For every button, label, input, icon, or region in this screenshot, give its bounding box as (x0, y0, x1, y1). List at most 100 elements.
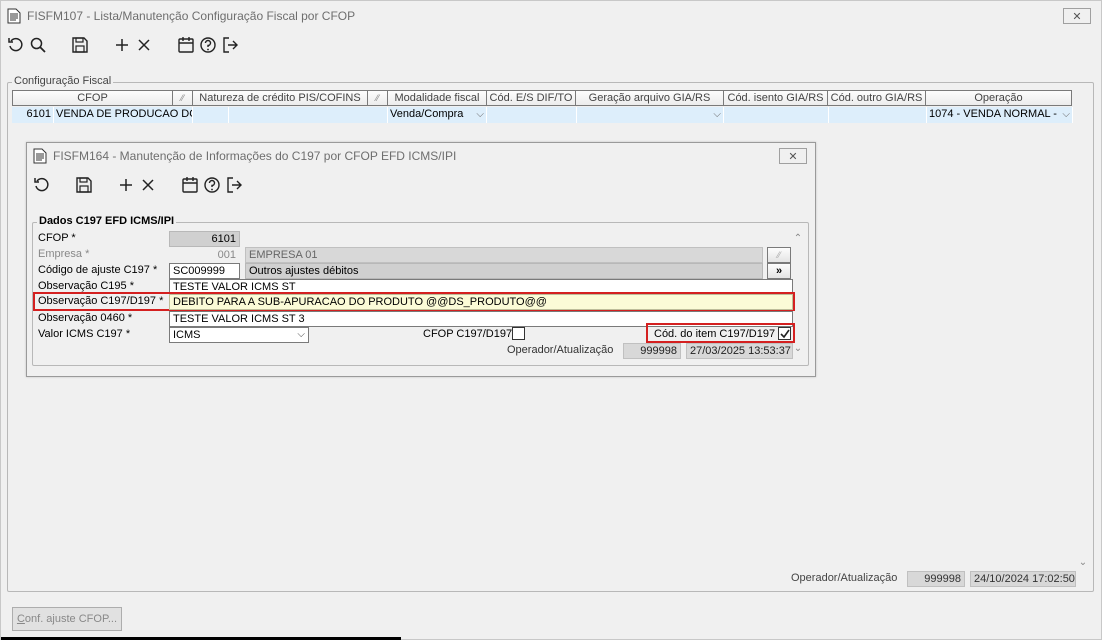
codigo-ajuste-lookup-button[interactable]: » (767, 263, 791, 279)
delete-button[interactable] (133, 34, 155, 56)
exit-icon (223, 37, 238, 53)
grid-header-natureza[interactable]: Natureza de crédito PIS/COFINS (193, 90, 368, 106)
grid-header-cod-es[interactable]: Cód. E/S DIF/TO (487, 90, 576, 106)
codigo-ajuste-field[interactable]: SC009999 (169, 263, 240, 279)
grid-header-filter-1[interactable]: ⁄⁄ (173, 90, 193, 106)
checkmark-icon (780, 329, 790, 339)
chevron-down-icon: ⌵ (476, 109, 484, 120)
grid-header-cfop[interactable]: CFOP (12, 90, 173, 106)
help-icon (200, 37, 216, 53)
cell-modalidade-value: Venda/Compra (390, 108, 464, 120)
conf-ajuste-cfop-button[interactable]: Conf. ajuste CFOP... (12, 607, 122, 631)
add-button[interactable] (115, 174, 137, 196)
calendar-icon (182, 177, 198, 193)
grid-header-operacao[interactable]: Operação (926, 90, 1072, 106)
table-row[interactable]: 6101 VENDA DE PRODUCAO DO E Venda/Compra… (12, 107, 1073, 123)
chevron-down-icon: ⌵ (1062, 109, 1070, 120)
document-icon (33, 148, 47, 164)
grid-header-modalidade[interactable]: Modalidade fiscal (388, 90, 487, 106)
grid-header: CFOP ⁄⁄ Natureza de crédito PIS/COFINS ⁄… (12, 90, 1072, 106)
save-icon (76, 177, 92, 193)
c197-titlebar: FISFM164 - Manutenção de Informações do … (27, 143, 815, 169)
codigo-ajuste-label: Código de ajuste C197 * (38, 264, 158, 276)
obs-c197-field[interactable]: DEBITO PARA A SUB-APURACAO DO PRODUTO @@… (169, 294, 793, 310)
c197-scroll-up[interactable]: ⌃ (792, 233, 804, 244)
grid-scroll-down[interactable]: ⌄ (1077, 557, 1089, 568)
add-icon (120, 179, 132, 191)
delete-button[interactable] (137, 174, 159, 196)
refresh-button[interactable] (31, 174, 53, 196)
save-button[interactable] (69, 34, 91, 56)
conf-button-label: onf. ajuste CFOP... (24, 613, 118, 625)
close-icon: ✕ (788, 150, 798, 163)
c197-close-button[interactable]: ✕ (779, 148, 807, 164)
inner-data-field: 27/03/2025 13:53:37 (686, 343, 793, 359)
empresa-label: Empresa * (38, 248, 90, 260)
outer-data-field: 24/10/2024 17:02:50 (970, 571, 1076, 587)
add-button[interactable] (111, 34, 133, 56)
outer-operador-label: Operador/Atualização (791, 572, 898, 584)
cell-cfop[interactable]: 6101 (12, 107, 54, 123)
exit-icon (227, 177, 242, 193)
exit-button[interactable] (223, 174, 245, 196)
grid-header-cod-outro[interactable]: Cód. outro GIA/RS (828, 90, 926, 106)
c197-scroll-down[interactable]: ⌄ (792, 343, 804, 354)
cell-operacao-value: 1074 - VENDA NORMAL - (929, 108, 1057, 120)
valor-icms-label: Valor ICMS C197 * (38, 328, 131, 340)
empresa-lookup-button[interactable]: ⁄⁄ (767, 247, 791, 263)
search-icon (30, 37, 46, 53)
add-icon (116, 39, 128, 51)
grid-header-cod-isento[interactable]: Cód. isento GIA/RS (724, 90, 828, 106)
cell-natureza[interactable] (229, 107, 388, 123)
refresh-icon (8, 37, 23, 52)
c197-dialog: FISFM164 - Manutenção de Informações do … (26, 142, 816, 377)
cell-natureza-code[interactable] (193, 107, 229, 123)
calendar-icon (178, 37, 194, 53)
c197-title: FISFM164 - Manutenção de Informações do … (53, 149, 457, 163)
search-button[interactable] (27, 34, 49, 56)
grid-header-filter-2[interactable]: ⁄⁄ (368, 90, 388, 106)
cfop-c197-label: CFOP C197/D197 (423, 328, 513, 340)
save-button[interactable] (73, 174, 95, 196)
empresa-codigo-field: 001 (217, 249, 236, 261)
empresa-nome-field: EMPRESA 01 (245, 247, 763, 263)
cfop-label: CFOP * (38, 232, 76, 244)
help-button[interactable] (201, 174, 223, 196)
outer-operador-field: 999998 (907, 571, 965, 587)
cell-operacao[interactable]: 1074 - VENDA NORMAL - ⌵ (927, 107, 1073, 123)
close-icon: ✕ (1072, 10, 1082, 23)
main-close-button[interactable]: ✕ (1063, 8, 1091, 24)
cod-item-checkbox[interactable] (778, 327, 791, 340)
cell-cod-outro[interactable] (829, 107, 927, 123)
calendar-button[interactable] (179, 174, 201, 196)
chevron-down-icon: ⌵ (297, 329, 305, 340)
help-icon (204, 177, 220, 193)
obs-0460-label: Observação 0460 * (38, 312, 133, 324)
cell-cod-es[interactable] (487, 107, 577, 123)
grid-header-geracao-gia[interactable]: Geração arquivo GIA/RS (576, 90, 724, 106)
cod-item-label: Cód. do item C197/D197 (654, 328, 776, 340)
valor-icms-value: ICMS (173, 329, 201, 341)
valor-icms-select[interactable]: ICMS ⌵ (169, 327, 309, 343)
dados-c197-legend: Dados C197 EFD ICMS/IPI (37, 215, 177, 227)
inner-operador-field: 999998 (623, 343, 681, 359)
cell-cod-isento[interactable] (724, 107, 829, 123)
main-window-title: FISFM107 - Lista/Manutenção Configuração… (27, 9, 356, 23)
document-icon (7, 8, 21, 24)
obs-c195-label: Observação C195 * (38, 280, 134, 292)
codigo-ajuste-desc-field: Outros ajustes débitos (245, 263, 763, 279)
main-titlebar: FISFM107 - Lista/Manutenção Configuração… (1, 1, 1101, 31)
calendar-button[interactable] (175, 34, 197, 56)
refresh-button[interactable] (5, 34, 27, 56)
configuracao-fiscal-legend: Configuração Fiscal (12, 75, 114, 87)
obs-c197-label: Observação C197/D197 * (38, 295, 164, 307)
cfop-c197-checkbox[interactable] (512, 327, 525, 340)
cell-modalidade[interactable]: Venda/Compra ⌵ (388, 107, 487, 123)
exit-button[interactable] (219, 34, 241, 56)
cell-descricao[interactable]: VENDA DE PRODUCAO DO E (54, 107, 193, 123)
conf-button-mnemonic: C (16, 613, 25, 625)
c197-toolbar (31, 173, 245, 197)
cell-geracao-gia[interactable]: ⌵ (577, 107, 724, 123)
refresh-icon (34, 177, 49, 192)
help-button[interactable] (197, 34, 219, 56)
